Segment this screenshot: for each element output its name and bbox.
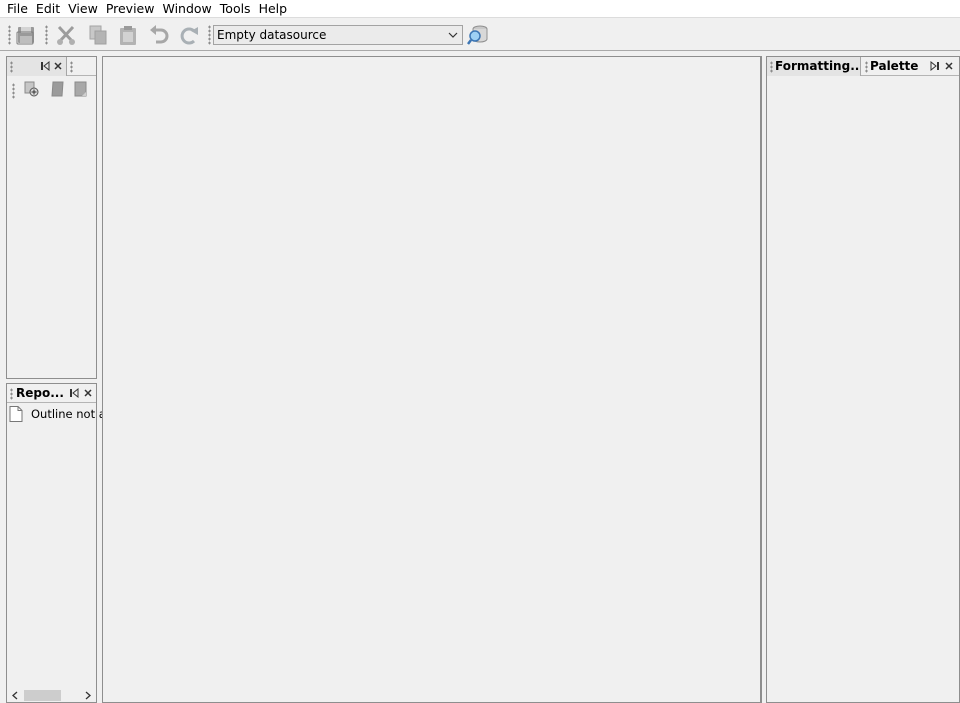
scroll-left-icon[interactable] xyxy=(8,688,22,702)
report-outline-panel: Repo... Outline not av xyxy=(6,383,113,703)
query-datasource-icon xyxy=(467,25,488,45)
save-button[interactable] xyxy=(14,23,38,47)
query-datasource-button[interactable] xyxy=(466,23,490,47)
tab-grip[interactable] xyxy=(70,61,73,73)
scroll-right-icon[interactable] xyxy=(81,688,95,702)
paste-button[interactable] xyxy=(116,23,140,47)
edit-datasource-button[interactable] xyxy=(47,78,69,100)
cut-icon xyxy=(57,25,75,45)
properties-panel: Formatting... Palette xyxy=(766,56,960,703)
menu-window[interactable]: Window xyxy=(158,1,215,17)
remove-datasource-icon xyxy=(74,81,87,97)
menu-help[interactable]: Help xyxy=(255,1,292,17)
redo-button[interactable] xyxy=(177,23,201,47)
close-panel-icon[interactable] xyxy=(81,386,95,400)
expand-panel-icon[interactable] xyxy=(928,59,942,73)
tab-grip[interactable] xyxy=(770,61,773,73)
undo-button[interactable] xyxy=(147,23,171,47)
remove-datasource-button[interactable] xyxy=(70,78,92,100)
horizontal-scrollbar[interactable] xyxy=(7,688,96,702)
document-icon xyxy=(9,406,23,422)
properties-panel-tabstrip: Formatting... Palette xyxy=(767,57,959,76)
edit-datasource-icon xyxy=(51,81,64,97)
menu-bar: File Edit View Preview Window Tools Help xyxy=(0,0,960,17)
cut-button[interactable] xyxy=(54,23,78,47)
tab-grip[interactable] xyxy=(10,388,13,400)
toolbar-separator-grip xyxy=(45,25,48,45)
tab-palette[interactable]: Palette xyxy=(870,58,920,74)
report-designer-area[interactable] xyxy=(102,56,762,703)
toolbar-separator-grip xyxy=(208,25,211,45)
datasource-select[interactable]: Empty datasource xyxy=(213,25,463,45)
toolbar-grip[interactable] xyxy=(8,25,11,45)
menu-view[interactable]: View xyxy=(64,1,102,17)
menu-tools[interactable]: Tools xyxy=(216,1,255,17)
minimize-panel-icon[interactable] xyxy=(67,386,81,400)
scrollbar-thumb[interactable] xyxy=(24,690,61,701)
add-datasource-icon xyxy=(24,81,39,97)
minimize-panel-icon[interactable] xyxy=(38,59,52,73)
add-datasource-button[interactable] xyxy=(20,78,42,100)
panel-toolbar-grip[interactable] xyxy=(12,83,15,99)
copy-button[interactable] xyxy=(86,23,110,47)
undo-icon xyxy=(150,25,169,44)
outline-row: Outline not av xyxy=(9,405,113,423)
paste-icon xyxy=(120,26,136,45)
redo-icon xyxy=(180,27,198,45)
menu-preview[interactable]: Preview xyxy=(102,1,159,17)
menu-file[interactable]: File xyxy=(3,1,32,17)
tab-grip[interactable] xyxy=(10,61,13,73)
menu-edit[interactable]: Edit xyxy=(32,1,64,17)
report-outline-tab-title[interactable]: Repo... xyxy=(16,385,66,401)
datasources-panel-tabstrip xyxy=(7,57,96,76)
outline-status-text: Outline not av xyxy=(31,407,113,421)
save-icon xyxy=(16,27,34,45)
copy-icon xyxy=(89,25,107,45)
datasource-select-value: Empty datasource xyxy=(217,28,327,42)
report-outline-tabstrip: Repo... xyxy=(7,384,96,403)
main-toolbar: Empty datasource xyxy=(0,17,960,51)
tab-grip[interactable] xyxy=(865,61,868,73)
chevron-down-icon[interactable] xyxy=(444,26,462,44)
app-window: File Edit View Preview Window Tools Help xyxy=(0,0,960,703)
tab-formatting-title: Formatting... xyxy=(775,59,859,73)
datasources-panel xyxy=(6,56,97,379)
close-panel-icon[interactable] xyxy=(942,59,956,73)
close-panel-icon[interactable] xyxy=(51,59,65,73)
